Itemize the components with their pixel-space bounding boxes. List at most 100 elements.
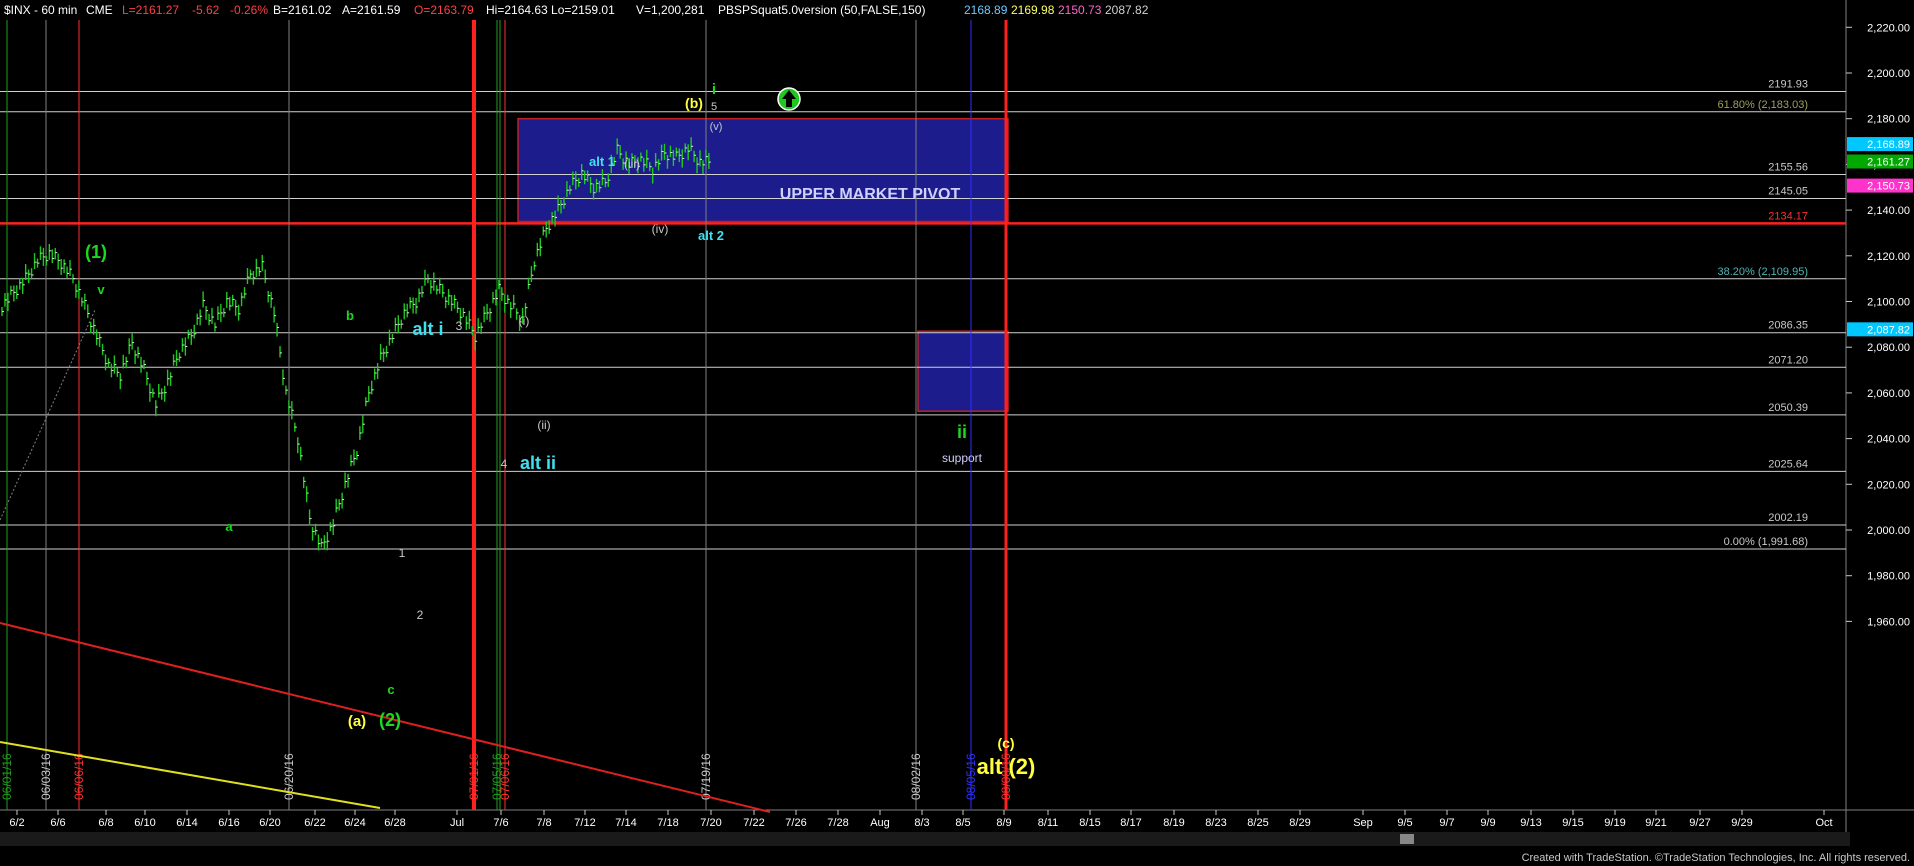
date-tick-label: 7/14 [615, 817, 636, 829]
date-tick-label: 8/9 [996, 817, 1011, 829]
date-line-label-1: 06/01/16 [0, 753, 14, 800]
price-tick-label: 2,140.00 [1867, 205, 1910, 217]
study-value-2: 2169.98 [1011, 3, 1055, 17]
level-label-2: 61.80% (2,183.03) [1717, 99, 1808, 111]
zone-box-1 [517, 117, 1009, 223]
date-tick-label: 7/12 [574, 817, 595, 829]
study-value-3: 2150.73 [1058, 3, 1102, 17]
date-tick-label: 7/8 [536, 817, 551, 829]
price-tick-label: 2,040.00 [1867, 434, 1910, 446]
date-tick-label: 7/28 [827, 817, 848, 829]
level-label-9: 2050.39 [1768, 402, 1808, 414]
date-tick-label: 6/22 [304, 817, 325, 829]
study-value-4: 2087.82 [1105, 3, 1149, 17]
date-tick-label: 6/8 [98, 817, 113, 829]
date-line-label-5: 07/01/16 [467, 753, 481, 800]
paren-iv-label: (iv) [652, 222, 669, 236]
date-tick-label: 6/24 [344, 817, 365, 829]
wave-c-label: c [387, 682, 394, 697]
date-line-label-8: 07/19/16 [699, 753, 713, 800]
date-tick-label: Oct [1815, 817, 1832, 829]
date-tick-label: 8/15 [1079, 817, 1100, 829]
date-line-label-3: 06/06/16 [72, 753, 86, 800]
date-tick-label: 6/2 [9, 817, 24, 829]
date-tick-label: 7/20 [700, 817, 721, 829]
date-tick-label: 9/7 [1439, 817, 1454, 829]
date-tick-label: 9/15 [1562, 817, 1583, 829]
price-tick-label: 2,080.00 [1867, 342, 1910, 354]
paren-v-label: (v) [710, 121, 723, 133]
alt-2-label: alt 2 [698, 228, 724, 243]
date-tick-label: 6/10 [134, 817, 155, 829]
date-tick-label: 6/28 [384, 817, 405, 829]
date-line-label-9: 08/02/16 [909, 753, 923, 800]
date-tick-label: 8/23 [1205, 817, 1226, 829]
scrollbar-thumb[interactable] [1400, 834, 1414, 844]
date-tick-label: 9/19 [1604, 817, 1625, 829]
date-tick-label: 8/3 [914, 817, 929, 829]
level-label-7: 2086.35 [1768, 320, 1808, 332]
num-5-label: 5 [711, 101, 717, 113]
open-price: O=2163.79 [414, 3, 474, 17]
bid-price: B=2161.02 [273, 3, 332, 17]
level-label-12: 0.00% (1,991.68) [1724, 536, 1808, 548]
date-tick-label: 9/13 [1520, 817, 1541, 829]
date-tick-label: 6/14 [176, 817, 197, 829]
date-tick-label: 9/29 [1731, 817, 1752, 829]
support-label: support [942, 451, 983, 465]
exchange-label: CME [86, 3, 113, 17]
price-tag-label-1: 2,168.89 [1867, 139, 1910, 151]
price-tick-label: 2,060.00 [1867, 388, 1910, 400]
num-3-label: 3 [456, 319, 463, 333]
horizontal-scrollbar[interactable] [0, 832, 1850, 846]
level-label-10: 2025.64 [1768, 458, 1808, 470]
date-tick-label: 9/5 [1397, 817, 1412, 829]
level-label-3: 2155.56 [1768, 162, 1808, 174]
date-tick-label: 8/25 [1247, 817, 1268, 829]
small-i-label: i [712, 81, 716, 98]
hi-lo: Hi=2164.63 Lo=2159.01 [486, 3, 615, 17]
price-tick-label: 2,200.00 [1867, 68, 1910, 80]
wave-a-paren-label: (a) [348, 713, 366, 730]
level-label-1: 2191.93 [1768, 78, 1808, 90]
wave-1-label: (1) [85, 242, 107, 262]
zone-box-2 [917, 330, 1009, 412]
date-tick-label: 6/20 [259, 817, 280, 829]
level-label-8: 2071.20 [1768, 354, 1808, 366]
wave-a-label: a [225, 519, 233, 534]
study-name: PBSPSquat5.0version (50,FALSE,150) [718, 3, 925, 17]
change-value: -5.62 [192, 3, 220, 17]
wave-v-label: v [97, 282, 105, 297]
num-2-label: 2 [417, 608, 424, 622]
footer-credit: Created with TradeStation. ©TradeStation… [1521, 852, 1910, 864]
price-tick-label: 2,020.00 [1867, 479, 1910, 491]
price-tag-label-4: 2,087.82 [1867, 324, 1910, 336]
date-tick-label: 7/18 [657, 817, 678, 829]
study-value-1: 2168.89 [964, 3, 1008, 17]
date-tick-label: 8/19 [1163, 817, 1184, 829]
num-1-label: 1 [399, 546, 406, 560]
alt-2-big-label: alt (2) [977, 754, 1036, 779]
date-tick-label: 7/22 [743, 817, 764, 829]
alt-i-label: alt i [412, 319, 443, 339]
wave-2-paren-label: (2) [379, 710, 401, 730]
upper-market-pivot-label: UPPER MARKET PIVOT [780, 186, 961, 203]
date-tick-label: 8/17 [1120, 817, 1141, 829]
level-label-5: 2134.17 [1768, 210, 1808, 222]
price-tick-label: 1,960.00 [1867, 616, 1910, 628]
wave-b-label: b [346, 308, 354, 323]
paren-iii-label: (iii) [624, 157, 640, 171]
price-chart[interactable]: 2191.9361.80% (2,183.03)2155.562145.0521… [0, 0, 1914, 866]
date-tick-label: 8/29 [1289, 817, 1310, 829]
num-4-label: 4 [501, 457, 508, 471]
date-tick-label: 7/26 [785, 817, 806, 829]
level-label-6: 38.20% (2,109.95) [1717, 266, 1808, 278]
last-price: L=2161.27 [122, 3, 179, 17]
ask-price: A=2161.59 [342, 3, 401, 17]
price-tick-label: 2,100.00 [1867, 297, 1910, 309]
date-tick-label: Sep [1353, 817, 1373, 829]
date-tick-label: 6/6 [50, 817, 65, 829]
date-tick-label: 9/9 [1480, 817, 1495, 829]
price-tick-label: 2,120.00 [1867, 251, 1910, 263]
date-tick-label: 9/21 [1645, 817, 1666, 829]
